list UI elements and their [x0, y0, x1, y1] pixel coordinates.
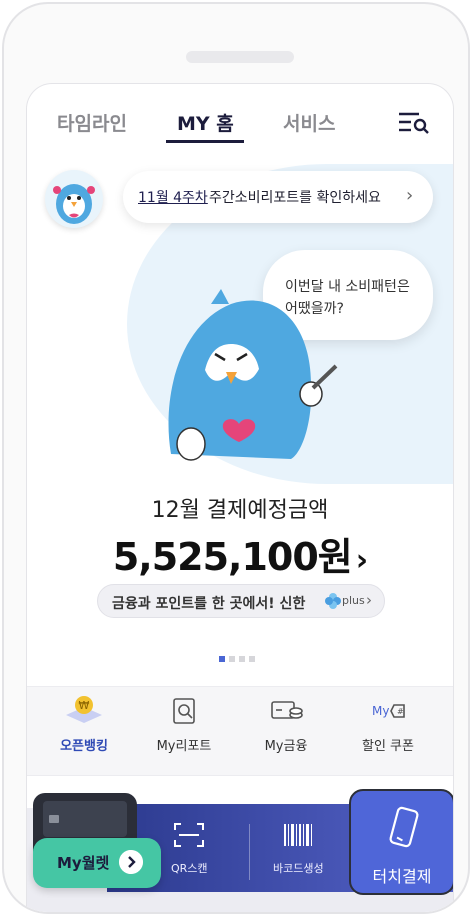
chevron-right-icon: [119, 850, 143, 874]
mascot-avatar[interactable]: [45, 170, 103, 228]
report-icon: [173, 698, 195, 724]
plus-logo-icon: [325, 593, 341, 609]
quick-item-open-banking[interactable]: ₩ 오픈뱅킹: [39, 693, 129, 773]
weekly-report-notice[interactable]: 11월 4주차 주간소비리포트를 확인하세요 ›: [123, 171, 433, 223]
shinhan-plus-promo[interactable]: 금융과 포인트를 한 곳에서! 신한 plus ›: [97, 584, 385, 618]
pager-dot[interactable]: [249, 656, 255, 662]
svg-text:#: #: [397, 707, 404, 716]
notice-text: 주간소비리포트를 확인하세요: [209, 190, 381, 206]
qr-scan-icon: [174, 823, 205, 847]
chevron-right-icon: ›: [366, 591, 372, 609]
my-wallet-button[interactable]: My월렛: [33, 838, 161, 888]
quick-item-my-report[interactable]: My리포트: [139, 693, 229, 773]
quick-label: 오픈뱅킹: [60, 739, 108, 754]
pager-dot[interactable]: [219, 656, 225, 662]
quick-item-coupon[interactable]: My # 할인 쿠폰: [343, 693, 433, 773]
tab-service[interactable]: 서비스: [283, 109, 335, 136]
quick-item-my-finance[interactable]: My금융: [241, 693, 331, 773]
amount-chevron-icon[interactable]: ›: [356, 543, 368, 578]
quick-label: My금융: [264, 739, 308, 754]
barcode-button[interactable]: 바코드생성: [273, 820, 324, 876]
touch-pay-label: 터치결제: [372, 867, 432, 886]
tray-divider: [249, 824, 250, 880]
phone-frame: 타임라인 MY 홈 서비스 11월 4주차 주간소비리포트를 확인하세요 › 이…: [2, 2, 470, 914]
speaker-slot: [186, 51, 294, 63]
open-banking-icon: ₩: [66, 696, 102, 723]
carousel-pager: [219, 647, 259, 666]
top-tab-bar: 타임라인 MY 홈 서비스: [27, 84, 453, 154]
svg-text:My: My: [372, 704, 389, 718]
quick-label: 할인 쿠폰: [362, 739, 414, 754]
qr-scan-label: QR스캔: [171, 862, 208, 875]
touch-pay-button[interactable]: 터치결제: [349, 789, 453, 895]
coupon-icon: My #: [372, 704, 405, 718]
promo-plus-label: plus: [342, 594, 365, 607]
quick-label: My리포트: [156, 739, 212, 754]
menu-search-icon[interactable]: [397, 110, 431, 134]
svg-text:₩: ₩: [79, 699, 90, 712]
payment-amount: 5,525,100원: [112, 535, 353, 579]
tab-timeline[interactable]: 타임라인: [57, 109, 127, 136]
quick-menu: ₩ 오픈뱅킹 My리포트 My금융 My # 할인 쿠폰: [27, 686, 453, 776]
qr-scan-button[interactable]: QR스캔: [171, 820, 208, 876]
smartphone-icon: [389, 806, 419, 848]
penguin-mascot-illustration: [168, 289, 338, 461]
penguin-avatar-icon: [53, 184, 95, 224]
app-screen: 타임라인 MY 홈 서비스 11월 4주차 주간소비리포트를 확인하세요 › 이…: [26, 83, 454, 912]
promo-text: 금융과 포인트를 한 곳에서! 신한: [112, 596, 306, 612]
pager-dot[interactable]: [239, 656, 245, 662]
wallet-label: My월렛: [57, 854, 110, 872]
payment-title: 12월 결제예정금액: [151, 498, 329, 523]
pager-dot[interactable]: [229, 656, 235, 662]
tab-my-home[interactable]: MY 홈: [177, 109, 234, 136]
barcode-icon: [284, 824, 313, 846]
payment-amount-row[interactable]: 5,525,100원 ›: [27, 526, 453, 581]
notice-week-link[interactable]: 11월 4주차: [138, 187, 208, 207]
finance-icon: [271, 701, 303, 719]
card-thumbnail-icon: [43, 801, 127, 837]
active-tab-indicator: [166, 140, 244, 143]
barcode-label: 바코드생성: [273, 862, 324, 875]
chevron-right-icon: ›: [406, 185, 414, 206]
